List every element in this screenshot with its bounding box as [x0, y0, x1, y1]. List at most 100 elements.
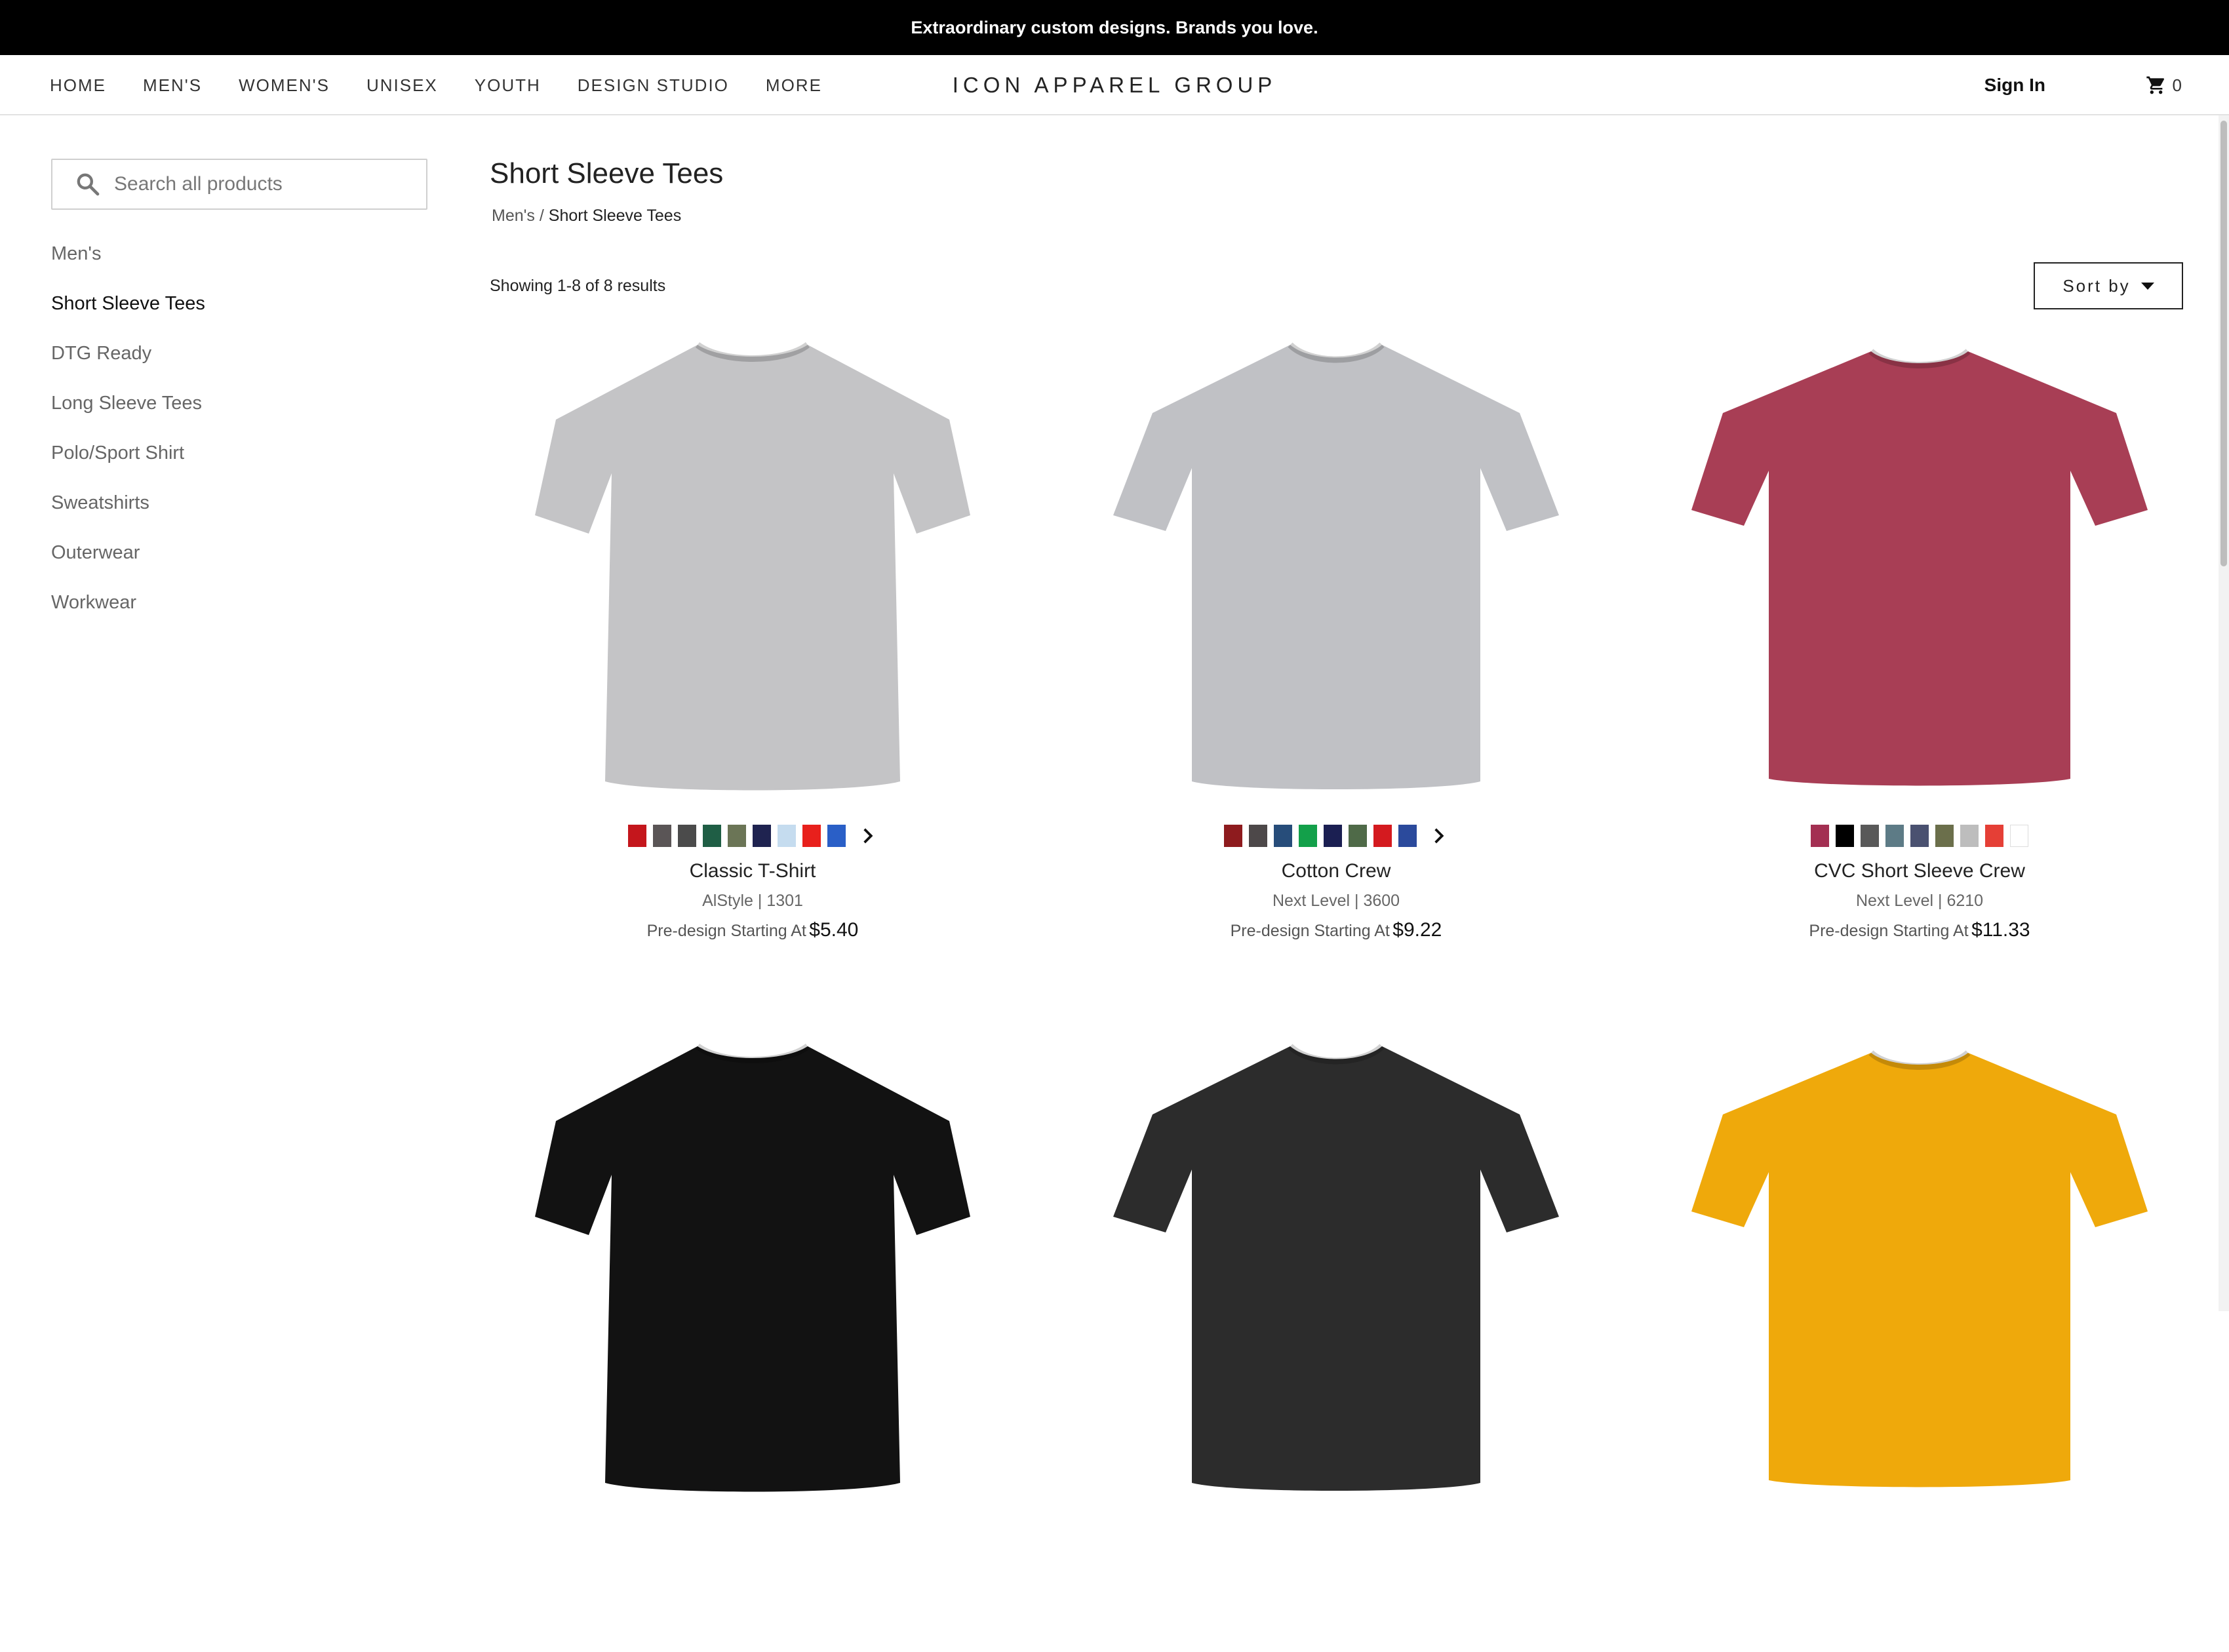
sort-dropdown[interactable]: Sort by — [2034, 262, 2183, 309]
tshirt-image — [1113, 1044, 1559, 1491]
nav-home[interactable]: HOME — [50, 75, 106, 96]
color-swatch[interactable] — [1960, 825, 1979, 847]
color-swatch[interactable] — [802, 825, 821, 847]
color-swatch[interactable] — [1324, 825, 1342, 847]
breadcrumb-parent[interactable]: Men's — [492, 206, 535, 225]
category-sweatshirts[interactable]: Sweatshirts — [51, 486, 431, 536]
product-price: Pre-design Starting At $11.33 — [1657, 919, 2182, 941]
price-prefix: Pre-design Starting At — [1230, 922, 1390, 940]
product-card[interactable]: Cotton Crew Next Level | 3600 Pre-design S… — [1074, 321, 1598, 951]
category-short-sleeve-tees[interactable]: Short Sleeve Tees — [51, 287, 431, 337]
color-swatches — [1657, 819, 2182, 852]
product-name[interactable]: Classic T-Shirt — [490, 860, 1015, 882]
product-image[interactable] — [1074, 321, 1598, 806]
price-value: $5.40 — [809, 919, 859, 941]
promo-text: Extraordinary custom designs. Brands you… — [911, 17, 1318, 37]
product-price: Pre-design Starting At $5.40 — [490, 919, 1015, 941]
chevron-right-icon[interactable] — [1429, 825, 1448, 847]
product-image[interactable] — [1074, 1023, 1598, 1508]
product-card[interactable]: CVC Short Sleeve Crew Next Level | 6210 Pr… — [1657, 321, 2182, 951]
breadcrumb-separator: / — [539, 206, 544, 225]
category-outerwear[interactable]: Outerwear — [51, 536, 431, 586]
color-swatch[interactable] — [653, 825, 671, 847]
caret-down-icon — [2140, 282, 2154, 290]
color-swatch[interactable] — [1885, 825, 1904, 847]
color-swatch[interactable] — [753, 825, 771, 847]
color-swatch[interactable] — [1349, 825, 1367, 847]
page-scrollbar[interactable] — [2219, 115, 2229, 1311]
category-dtg-ready[interactable]: DTG Ready — [51, 337, 431, 387]
category-list: Men's Short Sleeve Tees DTG Ready Long S… — [51, 237, 431, 636]
product-card[interactable] — [490, 1023, 1015, 1652]
price-prefix: Pre-design Starting At — [646, 922, 806, 940]
product-image[interactable] — [1657, 321, 2182, 806]
color-swatch[interactable] — [778, 825, 796, 847]
color-swatch[interactable] — [1836, 825, 1854, 847]
results-count: Showing 1-8 of 8 results — [490, 277, 666, 295]
color-swatch[interactable] — [728, 825, 746, 847]
search-icon — [77, 173, 100, 196]
sign-in-link[interactable]: Sign In — [1984, 55, 2045, 115]
color-swatches — [490, 819, 1015, 852]
color-swatches — [1074, 819, 1598, 852]
product-brand: Next Level | 6210 — [1855, 892, 1984, 910]
chevron-right-icon[interactable] — [858, 825, 877, 847]
category-long-sleeve-tees[interactable]: Long Sleeve Tees — [51, 387, 431, 437]
color-swatch[interactable] — [678, 825, 696, 847]
product-image[interactable] — [1657, 1023, 2182, 1508]
nav-unisex[interactable]: UNISEX — [366, 75, 438, 96]
breadcrumb: Men's / Short Sleeve Tees — [492, 206, 681, 226]
price-value: $9.22 — [1392, 919, 1442, 941]
nav-womens[interactable]: WOMEN'S — [239, 75, 330, 96]
product-image[interactable] — [490, 321, 1015, 806]
color-swatch[interactable] — [1985, 825, 2003, 847]
promo-banner: Extraordinary custom designs. Brands you… — [0, 0, 2229, 55]
color-swatch[interactable] — [1398, 825, 1417, 847]
price-prefix: Pre-design Starting At — [1809, 922, 1969, 940]
tshirt-image — [1691, 1050, 2148, 1487]
product-card[interactable]: Classic T-Shirt AlStyle | 1301 Pre-design … — [490, 321, 1015, 951]
product-name[interactable]: CVC Short Sleeve Crew — [1657, 860, 2182, 882]
color-swatch[interactable] — [1861, 825, 1879, 847]
color-swatch[interactable] — [628, 825, 646, 847]
color-swatch[interactable] — [703, 825, 721, 847]
nav-more[interactable]: MORE — [766, 75, 822, 96]
color-swatch[interactable] — [1299, 825, 1317, 847]
color-swatch[interactable] — [1935, 825, 1954, 847]
color-swatch[interactable] — [1274, 825, 1292, 847]
search-input[interactable] — [113, 172, 404, 196]
product-brand: AlStyle | 1301 — [702, 892, 803, 910]
product-card[interactable] — [1657, 1023, 2182, 1652]
scrollbar-thumb[interactable] — [2220, 121, 2227, 566]
price-value: $11.33 — [1971, 919, 2030, 941]
product-brand: Next Level | 3600 — [1272, 892, 1400, 910]
category-polo-sport-shirt[interactable]: Polo/Sport Shirt — [51, 437, 431, 486]
color-swatch[interactable] — [1373, 825, 1392, 847]
breadcrumb-current: Short Sleeve Tees — [548, 206, 682, 225]
color-swatch[interactable] — [2010, 825, 2028, 847]
color-swatch[interactable] — [1811, 825, 1829, 847]
cart-count: 0 — [2172, 75, 2182, 95]
tshirt-image — [535, 1043, 970, 1492]
color-swatch[interactable] — [827, 825, 846, 847]
category-mens[interactable]: Men's — [51, 237, 431, 287]
product-image[interactable] — [490, 1023, 1015, 1508]
nav-youth[interactable]: YOUTH — [475, 75, 541, 96]
nav-mens[interactable]: MEN'S — [143, 75, 202, 96]
tshirt-image — [1113, 342, 1559, 789]
brand-logo[interactable]: ICON APPAREL GROUP — [953, 55, 1272, 115]
site-header: HOME MEN'S WOMEN'S UNISEX YOUTH DESIGN S… — [0, 55, 2229, 115]
category-workwear[interactable]: Workwear — [51, 586, 431, 636]
search-box[interactable] — [51, 159, 427, 210]
product-name[interactable]: Cotton Crew — [1074, 860, 1598, 882]
cart-button[interactable]: 0 — [2145, 55, 2182, 115]
sort-label: Sort by — [2062, 275, 2131, 296]
page-title: Short Sleeve Tees — [490, 157, 724, 189]
nav-design-studio[interactable]: DESIGN STUDIO — [578, 75, 729, 96]
color-swatch[interactable] — [1249, 825, 1267, 847]
product-card[interactable] — [1074, 1023, 1598, 1652]
product-price: Pre-design Starting At $9.22 — [1074, 919, 1598, 941]
color-swatch[interactable] — [1224, 825, 1242, 847]
tshirt-image — [535, 342, 970, 791]
color-swatch[interactable] — [1910, 825, 1929, 847]
